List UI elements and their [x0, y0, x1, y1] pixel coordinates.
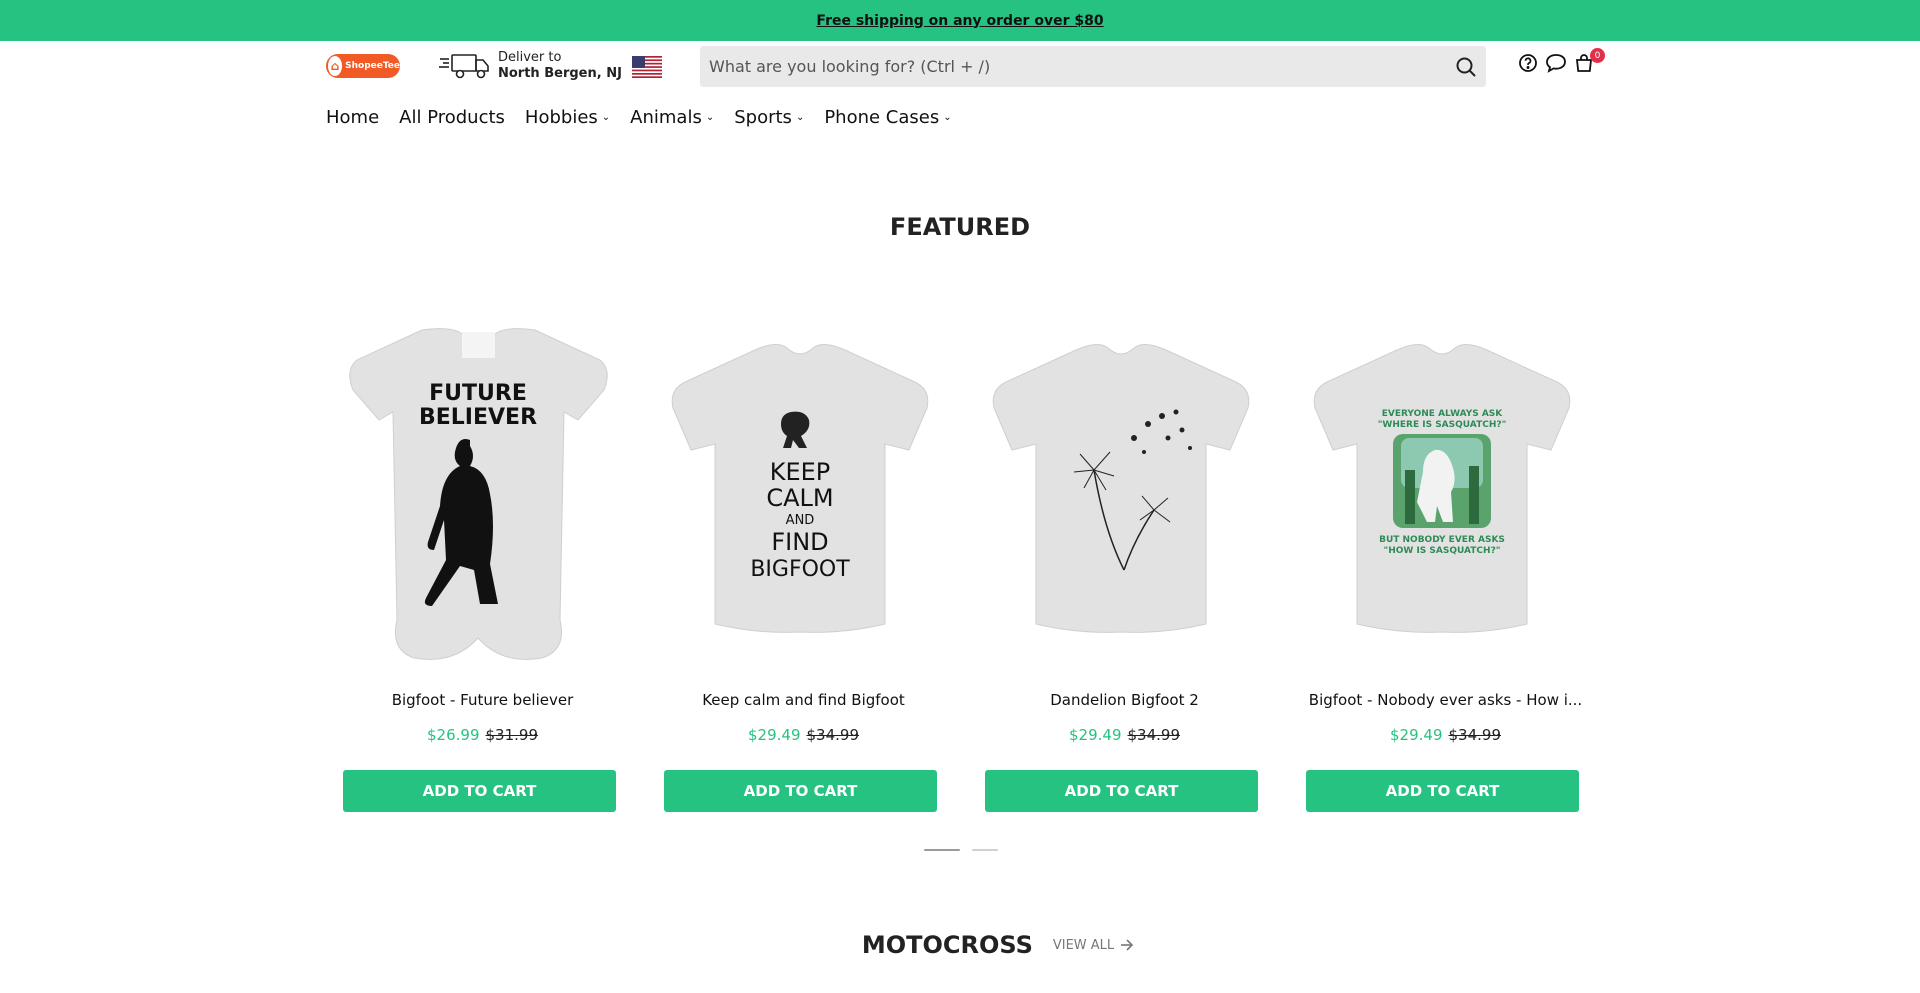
print-text: CALM — [766, 484, 833, 512]
product-card: EVERYONE ALWAYS ASK "WHERE IS SASQUATCH?… — [1285, 300, 1606, 820]
product-card: KEEP CALM AND FIND BIGFOOT Keep calm and… — [643, 300, 964, 820]
product-prices: $29.49 $34.99 — [643, 726, 964, 744]
main-navigation: Home All Products Hobbies ⌄ Animals ⌄ Spor… — [326, 104, 972, 130]
chevron-down-icon: ⌄ — [795, 111, 805, 123]
add-to-cart-button[interactable]: ADD TO CART — [343, 770, 616, 812]
deliver-label: Deliver to — [498, 50, 562, 65]
print-text: KEEP — [770, 458, 831, 486]
search-icon[interactable] — [1446, 47, 1486, 87]
nav-label: All Products — [399, 106, 505, 128]
print-text: FIND — [771, 528, 828, 556]
motocross-section-title: MOTOCROSS — [861, 931, 1033, 959]
product-prices: $29.49 $34.99 — [1285, 726, 1606, 744]
nav-item-hobbies[interactable]: Hobbies ⌄ — [525, 107, 610, 128]
nav-label: Home — [326, 106, 380, 128]
view-all-label: VIEW ALL — [1052, 937, 1115, 953]
chevron-down-icon: ⌄ — [705, 111, 715, 123]
us-flag-icon[interactable] — [632, 56, 662, 78]
product-name[interactable]: Keep calm and find Bigfoot — [655, 691, 952, 709]
product-image-bodysuit[interactable]: FUTURE BELIEVER — [342, 320, 615, 665]
product-prices: $26.99 $31.99 — [322, 726, 643, 744]
product-name[interactable]: Bigfoot - Future believer — [334, 691, 631, 709]
shopping-bag-icon: ⌂ — [328, 56, 343, 76]
search-input[interactable] — [700, 46, 1446, 87]
product-card: FUTURE BELIEVER Bigfoot - Future believe… — [322, 300, 643, 820]
print-text: "WHERE IS SASQUATCH?" — [1378, 420, 1507, 430]
featured-product-carousel: FUTURE BELIEVER Bigfoot - Future believe… — [322, 300, 1608, 820]
deliver-location: North Bergen, NJ — [498, 66, 622, 81]
print-text: FUTURE — [429, 381, 527, 406]
view-all-link[interactable]: VIEW ALL — [1053, 938, 1134, 953]
delivery-truck-icon — [439, 54, 489, 79]
motocross-section-header: MOTOCROSS VIEW ALL — [0, 931, 1920, 959]
nav-item-phone-cases[interactable]: Phone Cases ⌄ — [824, 107, 951, 128]
header-actions: 0 — [1516, 48, 1605, 75]
cart-count-badge: 0 — [1590, 48, 1605, 63]
product-image-tshirt[interactable]: EVERYONE ALWAYS ASK "WHERE IS SASQUATCH?… — [1305, 320, 1578, 665]
sale-price: $26.99 — [427, 726, 480, 744]
free-shipping-link[interactable]: Free shipping on any order over $80 — [816, 13, 1103, 29]
product-name[interactable]: Dandelion Bigfoot 2 — [976, 691, 1273, 709]
announcement-bar: Free shipping on any order over $80 — [0, 0, 1920, 41]
nav-label: Phone Cases — [824, 106, 940, 128]
sale-price: $29.49 — [1069, 726, 1122, 744]
add-to-cart-button[interactable]: ADD TO CART — [664, 770, 937, 812]
print-text: "HOW IS SASQUATCH?" — [1384, 546, 1501, 556]
product-prices: $29.49 $34.99 — [964, 726, 1285, 744]
nav-item-sports[interactable]: Sports ⌄ — [734, 107, 804, 128]
chat-icon[interactable] — [1544, 51, 1568, 75]
product-card: Dandelion Bigfoot 2 $29.49 $34.99 ADD TO … — [964, 300, 1285, 820]
print-text: AND — [786, 513, 815, 528]
store-logo[interactable]: ⌂ ShopeeTee — [326, 54, 400, 78]
featured-section-title: FEATURED — [889, 213, 1031, 241]
original-price: $34.99 — [1127, 726, 1181, 744]
nav-label: Animals — [630, 106, 702, 128]
nav-item-animals[interactable]: Animals ⌄ — [630, 107, 714, 128]
product-name[interactable]: Bigfoot - Nobody ever asks - How i... — [1297, 691, 1594, 709]
cart-icon[interactable]: 0 — [1572, 48, 1605, 75]
carousel-dot-1[interactable] — [924, 849, 960, 851]
product-image-tshirt[interactable]: KEEP CALM AND FIND BIGFOOT — [663, 320, 936, 665]
carousel-pagination — [924, 849, 1010, 851]
print-text: BUT NOBODY EVER ASKS — [1379, 535, 1505, 545]
logo-text: ShopeeTee — [345, 61, 400, 71]
help-icon[interactable] — [1516, 51, 1540, 75]
search-bar — [700, 46, 1486, 87]
product-image-tshirt[interactable] — [984, 320, 1257, 665]
deliver-to-location[interactable]: Deliver to North Bergen, NJ — [438, 50, 622, 82]
nav-label: Hobbies — [524, 106, 598, 128]
header: ⌂ ShopeeTee Deliver to North Bergen, NJ — [0, 41, 1920, 91]
nav-item-all-products[interactable]: All Products — [399, 107, 505, 128]
arrow-right-icon — [1121, 939, 1134, 951]
add-to-cart-button[interactable]: ADD TO CART — [985, 770, 1258, 812]
print-text: EVERYONE ALWAYS ASK — [1382, 409, 1504, 419]
add-to-cart-button[interactable]: ADD TO CART — [1306, 770, 1579, 812]
sale-price: $29.49 — [748, 726, 801, 744]
sale-price: $29.49 — [1390, 726, 1443, 744]
carousel-dot-2[interactable] — [972, 849, 998, 851]
print-text: BELIEVER — [419, 405, 537, 430]
nav-item-home[interactable]: Home — [326, 107, 379, 128]
original-price: $34.99 — [1448, 726, 1502, 744]
original-price: $31.99 — [485, 726, 539, 744]
original-price: $34.99 — [806, 726, 860, 744]
print-text: BIGFOOT — [750, 557, 850, 582]
nav-label: Sports — [734, 106, 792, 128]
chevron-down-icon: ⌄ — [601, 111, 611, 123]
chevron-down-icon: ⌄ — [943, 111, 952, 123]
